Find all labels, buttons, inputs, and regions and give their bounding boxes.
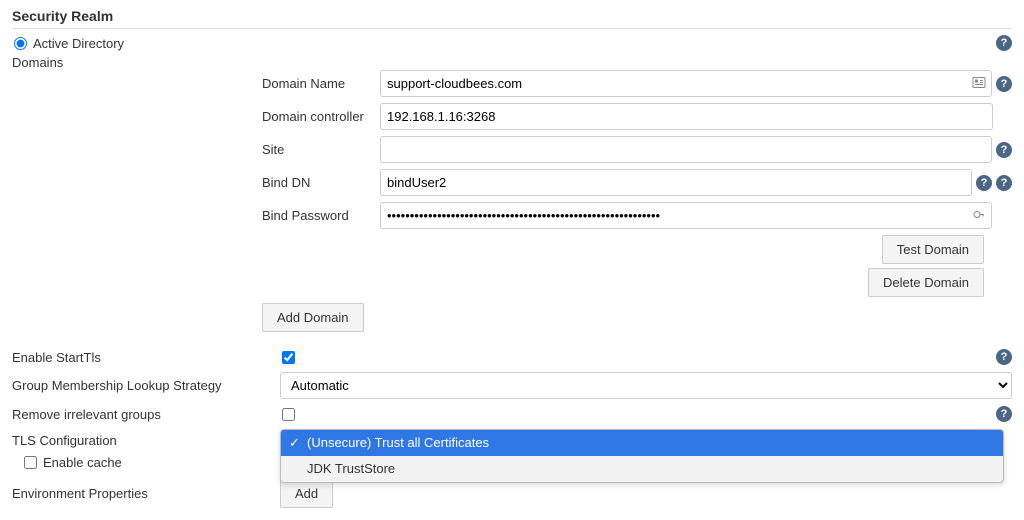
help-icon[interactable]: ?	[996, 142, 1012, 158]
domain-name-input[interactable]	[380, 70, 992, 97]
test-domain-button[interactable]: Test Domain	[882, 235, 984, 264]
remove-groups-checkbox[interactable]	[282, 408, 295, 421]
help-icon[interactable]: ?	[996, 35, 1012, 51]
help-icon[interactable]: ?	[996, 406, 1012, 422]
divider	[12, 28, 1012, 29]
delete-domain-button[interactable]: Delete Domain	[868, 268, 984, 297]
env-props-label: Environment Properties	[12, 486, 280, 501]
section-title: Security Realm	[12, 8, 1012, 24]
enable-starttls-checkbox[interactable]	[282, 351, 295, 364]
env-props-add-button[interactable]: Add	[280, 479, 333, 508]
bind-password-label: Bind Password	[262, 208, 380, 223]
domain-name-label: Domain Name	[262, 76, 380, 91]
enable-cache-label: Enable cache	[43, 455, 122, 470]
security-realm-radio-ad[interactable]	[14, 37, 27, 50]
tls-option-jdk-truststore[interactable]: JDK TrustStore	[281, 456, 1003, 482]
bind-password-input[interactable]	[380, 202, 992, 229]
help-icon[interactable]: ?	[976, 175, 992, 191]
domains-label: Domains	[12, 55, 63, 70]
tls-option-trust-all[interactable]: ✓ (Unsecure) Trust all Certificates	[281, 430, 1003, 456]
bind-dn-input[interactable]	[380, 169, 972, 196]
help-icon[interactable]: ?	[996, 76, 1012, 92]
domain-controller-label: Domain controller	[262, 109, 380, 124]
site-input[interactable]	[380, 136, 992, 163]
enable-cache-checkbox[interactable]	[24, 456, 37, 469]
check-icon: ✓	[289, 434, 300, 452]
group-strategy-select[interactable]: Automatic	[280, 372, 1012, 399]
contact-card-icon	[972, 75, 986, 92]
group-strategy-label: Group Membership Lookup Strategy	[12, 378, 280, 393]
help-icon[interactable]: ?	[996, 175, 1012, 191]
add-domain-button[interactable]: Add Domain	[262, 303, 364, 332]
bind-dn-label: Bind DN	[262, 175, 380, 190]
help-icon[interactable]: ?	[996, 349, 1012, 365]
remove-groups-label: Remove irrelevant groups	[12, 407, 280, 422]
security-realm-radio-ad-label: Active Directory	[33, 36, 124, 51]
key-icon	[972, 207, 986, 224]
site-label: Site	[262, 142, 380, 157]
enable-starttls-label: Enable StartTls	[12, 350, 280, 365]
tls-config-label: TLS Configuration	[12, 433, 280, 448]
domain-controller-input[interactable]	[380, 103, 993, 130]
tls-config-dropdown[interactable]: ✓ (Unsecure) Trust all Certificates JDK …	[280, 429, 1004, 483]
